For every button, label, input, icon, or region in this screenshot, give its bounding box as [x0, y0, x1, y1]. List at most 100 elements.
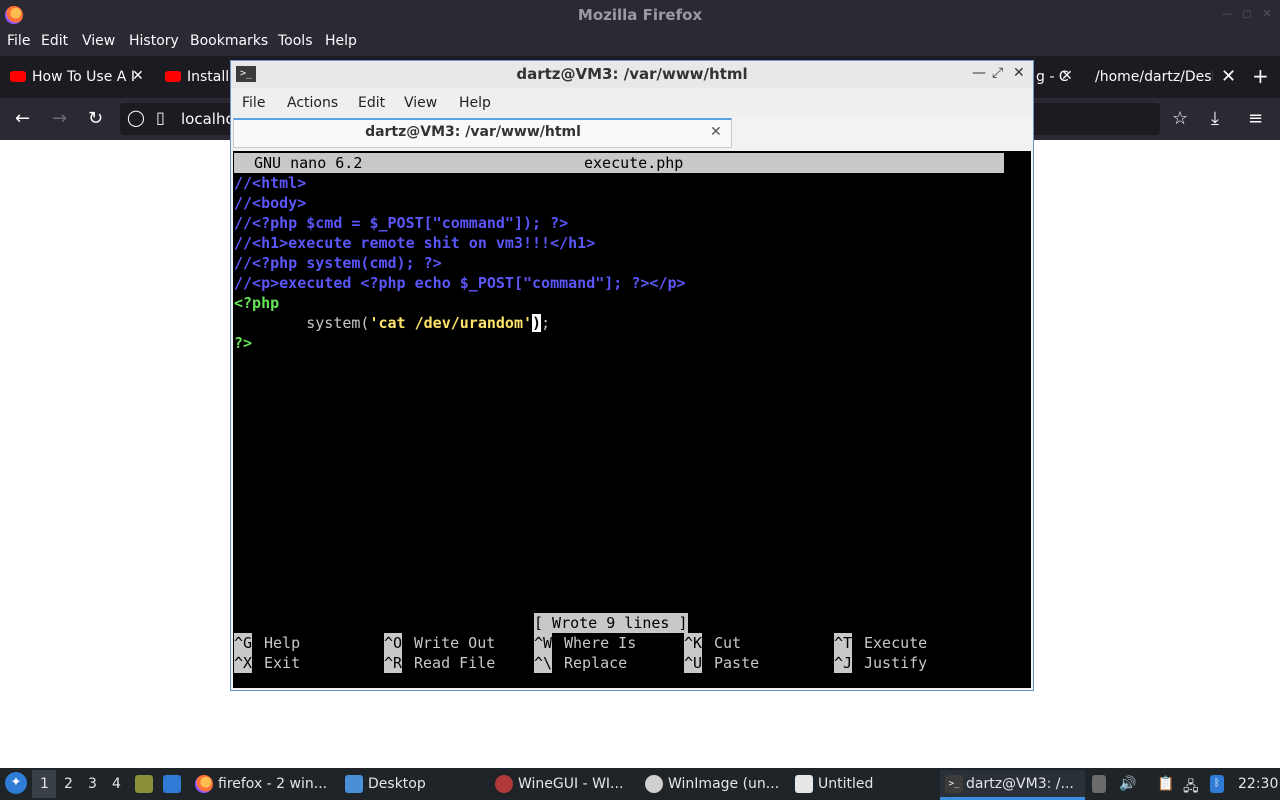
forward-icon[interactable]: → — [52, 108, 67, 129]
tab-close-icon[interactable]: ✕ — [132, 68, 144, 84]
firefox-icon — [195, 775, 213, 793]
shortcut-label: Cut — [714, 634, 742, 652]
taskbar-item-terminal[interactable]: dartz@VM3: /... — [966, 776, 1074, 792]
menu-bookmarks[interactable]: Bookmarks — [190, 33, 268, 49]
nano-header: GNU nano 6.2 execute.php — [234, 153, 1004, 173]
shortcut-label: Justify — [864, 654, 928, 672]
shortcut-key: ^T — [834, 633, 853, 653]
shortcut-key: ^X — [234, 653, 253, 673]
terminal-menu-edit[interactable]: Edit — [358, 95, 385, 111]
winimage-icon — [645, 775, 663, 793]
terminal-icon: >_ — [945, 775, 963, 793]
network-icon[interactable]: 🖧 — [1183, 776, 1199, 800]
shortcut-label: Replace — [564, 654, 628, 672]
youtube-icon — [165, 71, 181, 82]
menu-help[interactable]: Help — [325, 33, 357, 49]
text-cursor: ) — [532, 314, 542, 332]
workspace-4[interactable]: 4 — [112, 776, 121, 792]
show-desktop-icon[interactable] — [163, 775, 181, 793]
code-line: <?php — [234, 294, 280, 312]
url-text[interactable]: localho — [181, 110, 235, 128]
youtube-icon — [10, 71, 26, 82]
browser-tab-2[interactable]: Installi — [187, 69, 233, 85]
taskbar-item-untitled[interactable]: Untitled — [818, 776, 873, 792]
menu-edit[interactable]: Edit — [41, 33, 68, 49]
minimize-icon[interactable]: — — [972, 65, 986, 81]
taskbar-item-firefox[interactable]: firefox - 2 win... — [218, 776, 327, 792]
clock: 22:30 — [1238, 776, 1279, 792]
menu-tools[interactable]: Tools — [278, 33, 313, 49]
new-tab-icon[interactable]: + — [1252, 64, 1269, 88]
shortcut-label: Write Out — [414, 634, 496, 652]
maximize-icon[interactable]: ◻ — [1240, 7, 1254, 21]
nano-version: GNU nano 6.2 — [254, 154, 363, 172]
shortcut-key: ^K — [684, 633, 703, 653]
browser-tab-4[interactable]: /home/dartz/Desk — [1095, 69, 1213, 85]
tab-close-icon[interactable]: ✕ — [1061, 68, 1073, 84]
shortcut-label: Where Is — [564, 634, 637, 652]
shortcut-label: Help — [264, 634, 301, 652]
shortcut-key: ^\ — [534, 653, 553, 673]
reload-icon[interactable]: ↻ — [88, 108, 103, 129]
shortcut-label: Exit — [264, 654, 301, 672]
code-line-system: system('cat /dev/urandom'); — [234, 313, 550, 333]
taskbar — [0, 768, 1280, 800]
terminal-menu-help[interactable]: Help — [459, 95, 491, 111]
shortcut-key: ^R — [384, 653, 403, 673]
terminal-menubar — [231, 89, 1033, 117]
terminal-tab-label: dartz@VM3: /var/www/html — [365, 124, 581, 140]
workspace-2[interactable]: 2 — [64, 776, 73, 792]
taskbar-item-winegui[interactable]: WineGUI - WI... — [518, 776, 623, 792]
maximize-icon[interactable]: ⤢ — [992, 65, 1003, 81]
shortcut-key: ^W — [534, 633, 553, 653]
menu-icon[interactable]: ≡ — [1248, 108, 1263, 129]
shortcut-label: Paste — [714, 654, 760, 672]
back-icon[interactable]: ← — [15, 108, 30, 129]
page-icon: ▯ — [156, 108, 165, 127]
workspace-1[interactable]: 1 — [40, 776, 49, 792]
wine-icon — [495, 775, 513, 793]
code-line: ?> — [234, 334, 253, 352]
code-line: //<body> — [234, 194, 307, 212]
folder-icon — [345, 775, 363, 793]
code-tail: ; — [541, 314, 551, 332]
terminal-menu-file[interactable]: File — [242, 95, 265, 111]
browser-tab-1[interactable]: How To Use A I — [32, 69, 135, 85]
code-string: 'cat /dev/urandom' — [369, 314, 533, 332]
workspace-3[interactable]: 3 — [88, 776, 97, 792]
shortcut-key: ^O — [384, 633, 403, 653]
taskbar-item-winimage[interactable]: WinImage (un... — [668, 776, 779, 792]
menu-history[interactable]: History — [129, 33, 179, 49]
nano-filename: execute.php — [584, 154, 684, 172]
terminal-window-title: dartz@VM3: /var/www/html — [516, 65, 748, 83]
file-manager-icon[interactable] — [135, 775, 153, 793]
bookmark-star-icon[interactable]: ☆ — [1172, 108, 1188, 129]
code-line: //<p>executed <?php echo $_POST["command… — [234, 274, 686, 292]
volume-icon[interactable]: 🔊 — [1119, 776, 1136, 792]
code-func: system( — [306, 314, 370, 332]
bluetooth-icon[interactable]: ᛒ — [1210, 775, 1224, 793]
code-line: //<?php $cmd = $_POST["command"]); ?> — [234, 214, 569, 232]
terminal-menu-actions[interactable]: Actions — [287, 95, 338, 111]
nano-status-message: [ Wrote 9 lines ] — [534, 613, 688, 633]
terminal-menu-view[interactable]: View — [404, 95, 437, 111]
shortcut-label: Execute — [864, 634, 928, 652]
shortcut-label: Read File — [414, 654, 496, 672]
clipboard-icon[interactable]: 📋 — [1157, 776, 1174, 792]
menu-file[interactable]: File — [7, 33, 30, 49]
code-line: //<html> — [234, 174, 307, 192]
start-menu-icon[interactable]: ✦ — [5, 772, 27, 794]
taskbar-item-desktop[interactable]: Desktop — [368, 776, 426, 792]
menu-view[interactable]: View — [82, 33, 115, 49]
tab-close-icon[interactable]: ✕ — [1221, 66, 1236, 87]
shield-icon[interactable]: ◯ — [127, 108, 145, 127]
download-icon[interactable]: ⤓ — [1211, 108, 1219, 129]
tab-close-icon[interactable]: ✕ — [710, 124, 722, 140]
storage-icon[interactable] — [1092, 775, 1106, 793]
close-icon[interactable]: ✕ — [1260, 7, 1274, 21]
code-line: //<h1>execute remote shit on vm3!!!</h1> — [234, 234, 596, 252]
shortcut-key: ^G — [234, 633, 253, 653]
minimize-icon[interactable]: — — [1220, 7, 1234, 21]
close-icon[interactable]: ✕ — [1013, 65, 1025, 81]
